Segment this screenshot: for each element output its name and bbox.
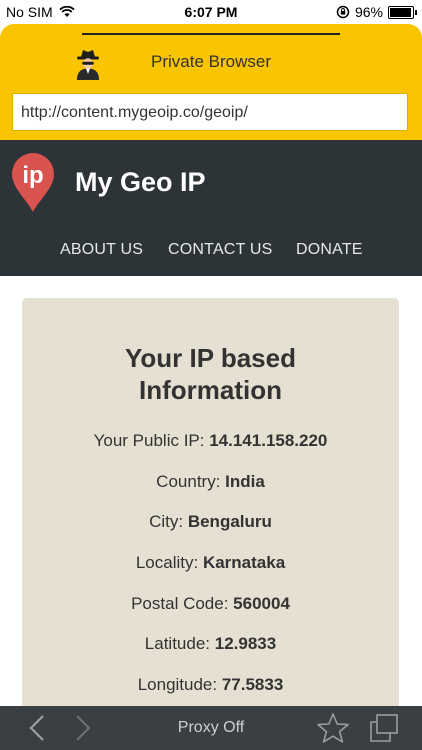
info-value: India	[225, 472, 265, 491]
battery-icon	[388, 5, 417, 19]
info-value: 12.9833	[214, 634, 277, 653]
site-title[interactable]: My Geo IP	[75, 167, 206, 198]
bottom-toolbar: Proxy Off	[0, 706, 422, 750]
info-label: Locality:	[135, 553, 199, 572]
info-row-latitude: Latitude: 12.9833	[22, 634, 399, 654]
tabs-icon[interactable]	[368, 713, 400, 743]
info-row-city: City: Bengaluru	[22, 512, 399, 532]
info-value: 14.141.158.220	[209, 431, 328, 450]
info-row-public-ip: Your Public IP: 14.141.158.220	[22, 431, 399, 451]
ip-info-card: Your IP based Information Your Public IP…	[22, 298, 399, 728]
nav-about-us[interactable]: ABOUT US	[60, 241, 143, 259]
info-label: Country:	[156, 472, 221, 491]
info-value: Karnataka	[202, 553, 286, 572]
browser-header: Private Browser http://content.mygeoip.c…	[0, 24, 422, 140]
info-row-locality: Locality: Karnataka	[22, 553, 399, 573]
site-header: ip My Geo IP ABOUT US CONTACT US DONATE	[0, 140, 422, 276]
info-row-longitude: Longitude: 77.5833	[22, 675, 399, 695]
battery-percent: 96%	[354, 4, 383, 20]
card-heading: Your IP based Information	[22, 342, 399, 406]
card-heading-line2: Information	[139, 375, 282, 405]
status-right: 96%	[336, 4, 417, 20]
logo-text: ip	[22, 162, 43, 189]
info-label: City:	[149, 512, 184, 531]
page-content: Your IP based Information Your Public IP…	[0, 276, 422, 728]
info-value: 560004	[233, 594, 290, 613]
battery-fill	[390, 7, 411, 17]
info-label: Latitude:	[144, 634, 211, 653]
info-label: Longitude:	[137, 675, 218, 694]
card-heading-line1: Your IP based	[125, 343, 296, 373]
location-pin-logo[interactable]: ip	[10, 152, 56, 214]
info-label: Postal Code:	[131, 594, 229, 613]
status-bar: No SIM 6:07 PM 96%	[0, 0, 422, 24]
browser-title: Private Browser	[151, 52, 271, 71]
url-field[interactable]: http://content.mygeoip.co/geoip/	[12, 93, 408, 131]
nav-donate[interactable]: DONATE	[296, 241, 363, 259]
star-icon[interactable]	[316, 712, 350, 744]
sheet-grabber[interactable]	[82, 33, 340, 35]
proxy-status[interactable]: Proxy Off	[0, 719, 422, 737]
nav-contact-us[interactable]: CONTACT US	[168, 241, 273, 259]
info-label: Your Public IP:	[93, 431, 205, 450]
info-value: Bengaluru	[187, 512, 272, 531]
orientation-lock-icon	[336, 5, 350, 19]
info-value: 77.5833	[221, 675, 284, 694]
info-row-country: Country: India	[22, 472, 399, 492]
info-row-postal-code: Postal Code: 560004	[22, 594, 399, 614]
